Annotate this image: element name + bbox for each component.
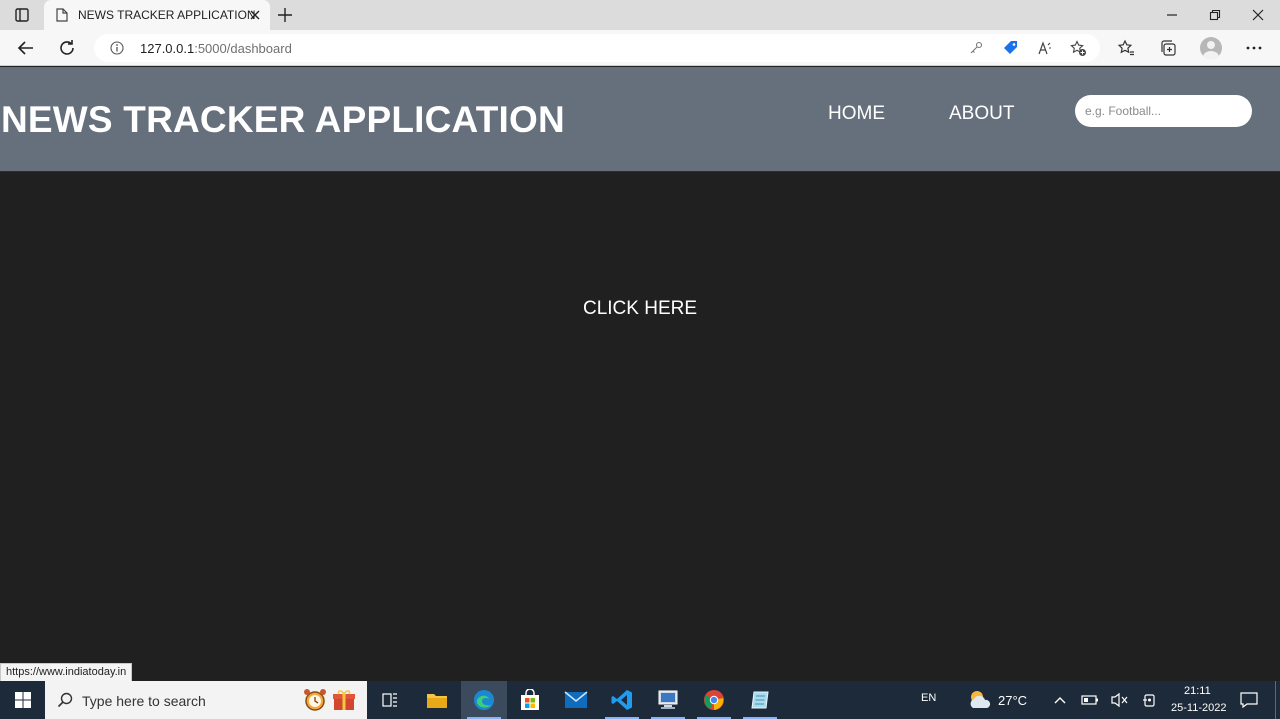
browser-tab[interactable]: NEWS TRACKER APPLICATION [44, 0, 270, 30]
document-icon [56, 8, 68, 22]
file-explorer-button[interactable] [414, 681, 460, 719]
chrome-icon [704, 690, 724, 710]
browser-tab-bar: NEWS TRACKER APPLICATION [0, 0, 1280, 30]
favorites-icon[interactable] [1116, 38, 1136, 58]
alarm-clock-icon [304, 689, 326, 711]
search-input[interactable] [1075, 95, 1252, 127]
search-icon [57, 692, 73, 708]
minimize-icon [1167, 14, 1177, 16]
folder-icon [427, 694, 447, 708]
meet-now-icon[interactable] [1141, 691, 1159, 709]
url-path: :5000/dashboard [194, 41, 292, 56]
computer-icon [658, 690, 678, 709]
mail-button[interactable] [553, 681, 599, 719]
vscode-button[interactable] [599, 681, 645, 719]
task-view-icon [382, 693, 397, 707]
taskbar: Type here to search EN 27°C 21:11 25-11-… [0, 681, 1280, 719]
notifications-icon[interactable] [1240, 691, 1258, 709]
edge-icon [474, 690, 494, 710]
back-arrow-icon[interactable] [16, 38, 36, 58]
notes-app-button[interactable] [737, 681, 783, 719]
address-bar[interactable]: 127.0.0.1:5000/dashboard [94, 34, 1100, 62]
click-here-link[interactable]: CLICK HERE [0, 298, 1280, 320]
chevron-up-icon[interactable] [1051, 691, 1069, 709]
close-icon[interactable] [248, 8, 262, 22]
more-icon[interactable] [1244, 38, 1264, 58]
tab-title: NEWS TRACKER APPLICATION [78, 8, 256, 22]
gift-icon [333, 690, 355, 710]
tab-actions-icon[interactable] [8, 4, 36, 26]
plus-icon[interactable] [276, 6, 294, 24]
edge-button[interactable] [461, 681, 507, 719]
taskbar-search-box[interactable]: Type here to search [45, 681, 367, 719]
taskbar-search-placeholder: Type here to search [82, 693, 206, 709]
nav-link-about[interactable]: ABOUT [949, 103, 1014, 125]
task-view-button[interactable] [367, 681, 413, 719]
restore-button[interactable] [1193, 0, 1237, 30]
clock-date[interactable]: 25-11-2022 [1171, 702, 1226, 714]
collections-icon[interactable] [1158, 38, 1178, 58]
page-body: CLICK HERE [0, 171, 1280, 681]
site-header: NEWS TRACKER APPLICATION HOME ABOUT [0, 67, 1280, 171]
start-button[interactable] [0, 681, 45, 719]
clock-time[interactable]: 21:11 [1184, 685, 1211, 697]
close-window-button[interactable] [1236, 0, 1280, 30]
battery-icon[interactable] [1081, 691, 1099, 709]
windows-logo-icon [14, 692, 31, 708]
url-text[interactable]: 127.0.0.1:5000/dashboard [140, 41, 292, 56]
site-title: NEWS TRACKER APPLICATION [1, 99, 565, 140]
store-button[interactable] [507, 681, 553, 719]
speaker-muted-icon[interactable] [1110, 691, 1128, 709]
profile-avatar[interactable] [1200, 37, 1222, 59]
remote-app-button[interactable] [645, 681, 691, 719]
vscode-icon [611, 690, 632, 710]
weather-icon[interactable] [967, 688, 993, 712]
store-icon [521, 689, 539, 710]
info-icon[interactable] [110, 41, 124, 55]
mail-icon [564, 691, 588, 708]
show-desktop-button[interactable] [1275, 681, 1276, 719]
refresh-icon[interactable] [57, 38, 77, 58]
nav-link-home[interactable]: HOME [828, 103, 885, 125]
close-window-icon [1252, 9, 1264, 21]
key-icon[interactable] [969, 41, 983, 55]
star-plus-icon[interactable] [1070, 40, 1087, 57]
chrome-button[interactable] [691, 681, 737, 719]
language-indicator[interactable]: EN [921, 692, 936, 704]
notepad-icon [751, 691, 769, 709]
read-aloud-icon[interactable] [1037, 40, 1053, 56]
browser-toolbar: 127.0.0.1:5000/dashboard [0, 30, 1280, 66]
link-status-tooltip: https://www.indiatoday.in [0, 663, 133, 682]
url-host: 127.0.0.1 [140, 41, 195, 56]
tag-icon[interactable] [1003, 40, 1019, 56]
restore-icon [1209, 9, 1221, 21]
temperature-text[interactable]: 27°C [998, 693, 1027, 708]
minimize-button[interactable] [1150, 0, 1194, 30]
